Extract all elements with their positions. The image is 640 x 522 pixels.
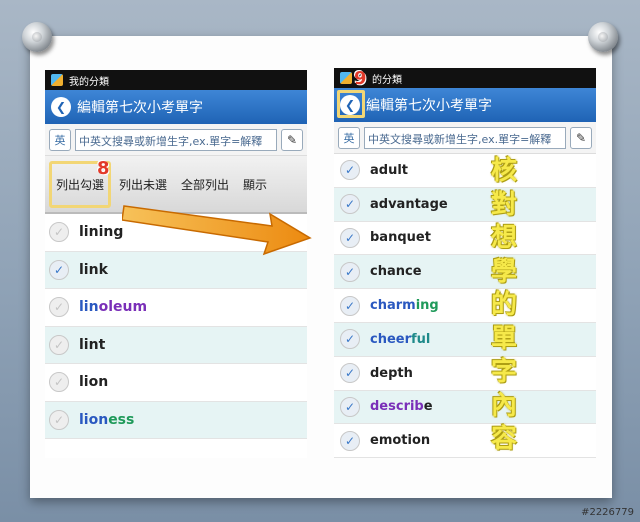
search-language-button[interactable]: 英 bbox=[49, 128, 71, 151]
step-callout-9: 9 bbox=[354, 68, 367, 89]
pushpin-icon bbox=[22, 22, 52, 52]
annotation-char: 的 bbox=[490, 290, 517, 320]
word-text: chance bbox=[370, 264, 422, 280]
annotation-text: 核 對 想 學 的 單 字 內 容 bbox=[486, 155, 522, 457]
step-callout-8: 8 bbox=[97, 158, 110, 179]
word-text: lion bbox=[79, 411, 109, 428]
word-text: link bbox=[79, 261, 108, 278]
checkbox-icon[interactable]: ✓ bbox=[340, 160, 360, 181]
add-word-icon[interactable]: ✎ bbox=[281, 128, 303, 151]
word-text: banquet bbox=[370, 230, 431, 246]
list-item[interactable]: ✓ describe bbox=[334, 390, 596, 425]
word-text: cheer bbox=[370, 331, 412, 347]
word-suffix: ful bbox=[411, 331, 431, 347]
title-bar: ❮ 編輯第七次小考單字 bbox=[334, 88, 596, 122]
back-arrow-icon[interactable]: ❮ bbox=[51, 97, 71, 117]
word-text: lint bbox=[79, 336, 106, 353]
title-bar: ❮ 編輯第七次小考單字 bbox=[45, 90, 307, 124]
list-item[interactable]: ✓ chance bbox=[334, 255, 596, 290]
pushpin-icon bbox=[588, 22, 618, 52]
checkbox-icon[interactable]: ✓ bbox=[340, 227, 360, 248]
phone-screen-right: 的分類 ❮ 編輯第七次小考單字 英 中英文搜尋或新增生字,ex.單字=解釋 ✎ … bbox=[334, 68, 596, 458]
checkbox-icon[interactable]: ✓ bbox=[340, 396, 360, 417]
watermark: #2226779 bbox=[581, 507, 634, 518]
status-title: 我的分類 bbox=[69, 76, 109, 88]
search-row: 英 中英文搜尋或新增生字,ex.單字=解釋 ✎ bbox=[45, 124, 307, 156]
checkbox-icon[interactable]: ✓ bbox=[340, 329, 360, 350]
arrow-right-icon bbox=[122, 205, 312, 256]
word-list: ✓ adult ✓ advantage ✓ banquet ✓ chance ✓… bbox=[334, 154, 596, 458]
annotation-char: 內 bbox=[490, 390, 517, 421]
checkbox-icon[interactable]: ✓ bbox=[340, 363, 360, 384]
word-text: lining bbox=[79, 224, 124, 241]
word-text: lion bbox=[79, 374, 109, 391]
word-suffix: oleum bbox=[98, 299, 148, 316]
list-item[interactable]: ✓ lion bbox=[45, 364, 307, 402]
list-item[interactable]: ✓ linoleum bbox=[45, 289, 307, 327]
page-title: 編輯第七次小考單字 bbox=[366, 98, 492, 114]
search-row: 英 中英文搜尋或新增生字,ex.單字=解釋 ✎ bbox=[334, 122, 596, 154]
back-button-highlight bbox=[337, 90, 365, 118]
annotation-char: 容 bbox=[490, 424, 517, 454]
word-text: depth bbox=[370, 365, 413, 381]
list-item[interactable]: ✓ banquet bbox=[334, 221, 596, 256]
word-text: describ bbox=[370, 399, 424, 415]
annotation-char: 對 bbox=[490, 189, 517, 220]
checkbox-icon[interactable]: ✓ bbox=[340, 430, 360, 451]
word-text: advantage bbox=[370, 196, 448, 212]
add-word-icon[interactable]: ✎ bbox=[570, 126, 592, 149]
checkbox-icon[interactable]: ✓ bbox=[49, 222, 69, 243]
word-suffix: ess bbox=[108, 411, 135, 428]
list-item[interactable]: ✓ advantage bbox=[334, 187, 596, 222]
list-item[interactable]: ✓ depth bbox=[334, 356, 596, 391]
list-item[interactable]: ✓ adult bbox=[334, 154, 596, 188]
word-text: charm bbox=[370, 298, 416, 314]
checkbox-icon[interactable]: ✓ bbox=[340, 261, 360, 282]
tab-list-all[interactable]: 全部列出 bbox=[175, 170, 235, 199]
search-input[interactable]: 中英文搜尋或新增生字,ex.單字=解釋 bbox=[364, 126, 566, 149]
checkbox-icon[interactable]: ✓ bbox=[49, 297, 69, 318]
search-language-button[interactable]: 英 bbox=[338, 126, 360, 149]
word-text: lin bbox=[79, 299, 99, 316]
checkbox-icon[interactable]: ✓ bbox=[49, 372, 69, 393]
checkbox-icon[interactable]: ✓ bbox=[340, 194, 360, 215]
tab-list-unchecked[interactable]: 列出未選 bbox=[113, 170, 173, 199]
status-bar: 我的分類 bbox=[45, 70, 307, 90]
app-icon bbox=[51, 74, 63, 86]
checkbox-icon[interactable]: ✓ bbox=[49, 409, 69, 430]
tab-display[interactable]: 顯示 bbox=[237, 170, 273, 199]
annotation-char: 想 bbox=[490, 223, 517, 253]
list-item[interactable]: ✓ lint bbox=[45, 326, 307, 364]
list-item[interactable]: ✓ cheerful bbox=[334, 322, 596, 357]
list-item[interactable]: ✓ lioness bbox=[45, 401, 307, 439]
checkbox-icon[interactable]: ✓ bbox=[340, 295, 360, 316]
annotation-char: 學 bbox=[490, 256, 517, 287]
word-suffix: e bbox=[423, 399, 433, 415]
word-text: adult bbox=[370, 162, 409, 178]
list-item[interactable]: ✓ emotion bbox=[334, 424, 596, 458]
word-suffix: ing bbox=[415, 298, 439, 314]
page-title: 編輯第七次小考單字 bbox=[77, 100, 203, 116]
checkbox-icon[interactable]: ✓ bbox=[49, 334, 69, 355]
status-bar: 的分類 bbox=[334, 68, 596, 88]
app-icon bbox=[340, 72, 352, 84]
list-item[interactable]: ✓ charming bbox=[334, 289, 596, 323]
annotation-char: 字 bbox=[490, 357, 517, 387]
search-input[interactable]: 中英文搜尋或新增生字,ex.單字=解釋 bbox=[75, 128, 277, 151]
annotation-char: 單 bbox=[490, 323, 517, 354]
annotation-char: 核 bbox=[490, 156, 517, 186]
phone-screen-left: 我的分類 ❮ 編輯第七次小考單字 英 中英文搜尋或新增生字,ex.單字=解釋 ✎… bbox=[45, 70, 307, 458]
word-text: emotion bbox=[370, 433, 431, 449]
checkbox-icon[interactable]: ✓ bbox=[49, 259, 69, 280]
